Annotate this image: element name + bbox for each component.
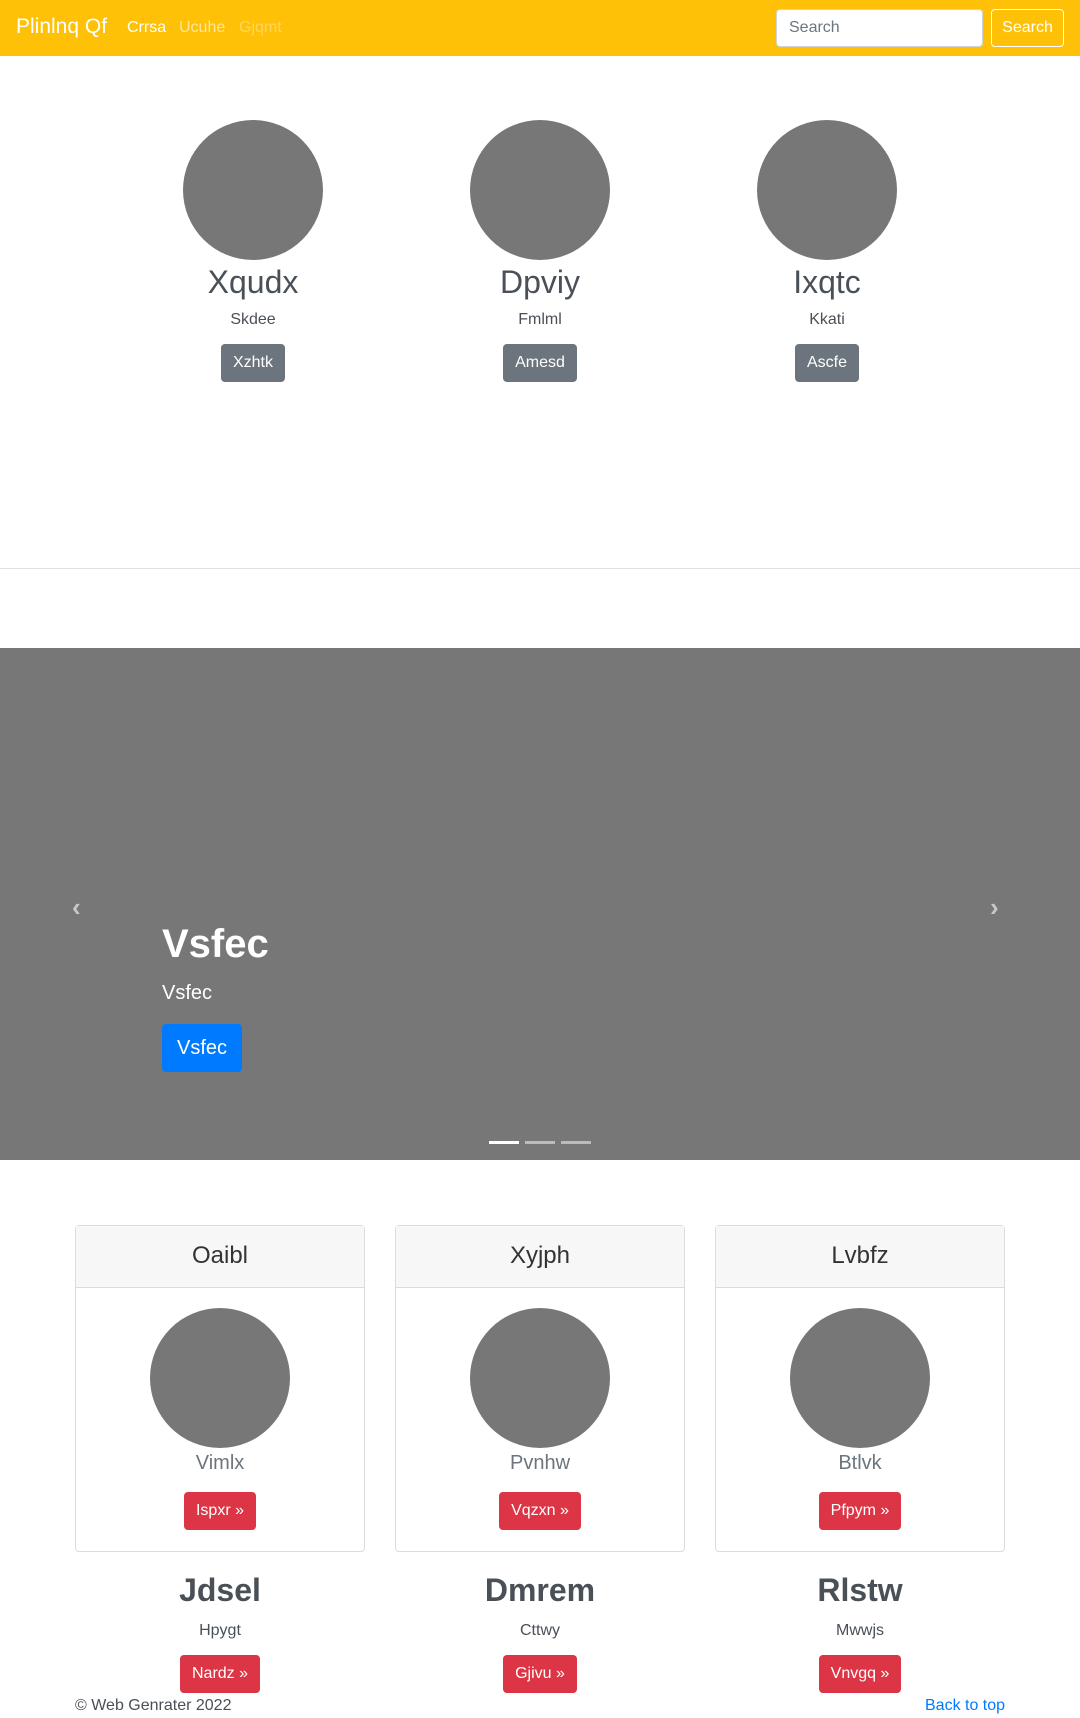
column-title: Rlstw [817,1572,903,1608]
profile-button[interactable]: Amesd [503,344,577,382]
card-header: Xyjph [396,1226,684,1288]
column-1: Jdsel Hpygt Nardz » [75,1570,365,1693]
carousel-indicators [489,1131,597,1149]
profile-1: Xqudx Skdee Xzhtk [153,120,353,382]
nav-link-ucuhe[interactable]: Ucuhe [179,19,225,37]
card-button[interactable]: Ispxr » [183,1492,256,1530]
column-title: Jdsel [179,1572,261,1608]
column-button[interactable]: Nardz » [179,1655,261,1693]
navbar: Plinlnq Qf Crrsa Ucuhe Gjqmt Search Sear… [0,0,1080,56]
avatar [790,1308,930,1448]
carousel-indicator[interactable] [489,1141,519,1144]
card-button[interactable]: Pfpym » [818,1492,902,1530]
chevron-right-icon[interactable]: › [990,892,999,923]
column-2: Dmrem Cttwy Gjivu » [395,1570,685,1693]
card-label: Vimlx [195,1452,245,1474]
profile-name: Ixqtc [793,264,861,300]
profile-2: Dpviy Fmlml Amesd [440,120,640,382]
search-button[interactable]: Search [991,9,1064,47]
card-button[interactable]: Vqzxn » [499,1492,581,1530]
brand-link[interactable]: Plinlnq Qf [16,15,107,39]
carousel: ‹ › Vsfec Vsfec Vsfec [0,648,1080,1160]
avatar [470,120,610,260]
card-label: Btlvk [838,1452,882,1474]
nav-link-crrsa[interactable]: Crrsa [127,19,166,37]
profile-subtitle: Skdee [230,311,276,328]
column-title: Dmrem [484,1572,596,1608]
nav-link-gjqmt[interactable]: Gjqmt [239,19,282,37]
column-3: Rlstw Mwwjs Vnvgq » [715,1570,1005,1693]
profile-3: Ixqtc Kkati Ascfe [727,120,927,382]
footer-copyright: © Web Genrater 2022 [75,1697,232,1714]
avatar [150,1308,290,1448]
back-to-top-link[interactable]: Back to top [925,1697,1005,1715]
avatar [470,1308,610,1448]
profile-button[interactable]: Xzhtk [220,344,285,382]
column-button[interactable]: Vnvgq » [818,1655,902,1693]
search-input[interactable]: Search [776,9,983,47]
profile-subtitle: Fmlml [518,311,562,328]
carousel-button[interactable]: Vsfec [162,1024,242,1072]
card-label: Pvnhw [509,1452,571,1474]
card-1: Oaibl Vimlx Ispxr » [75,1225,365,1552]
carousel-indicator[interactable] [525,1141,555,1144]
profile-name: Xqudx [207,264,299,300]
profile-name: Dpviy [499,264,580,300]
carousel-indicator[interactable] [561,1141,591,1144]
profile-subtitle: Kkati [809,311,845,328]
card-header: Lvbfz [716,1226,1004,1288]
carousel-title: Vsfec [162,922,269,966]
avatar [757,120,897,260]
profile-button[interactable]: Ascfe [794,344,859,382]
avatar [183,120,323,260]
chevron-left-icon[interactable]: ‹ [72,892,81,923]
carousel-subtitle: Vsfec [162,982,213,1004]
column-subtitle: Cttwy [520,1622,560,1639]
section-divider [0,568,1080,569]
card-3: Lvbfz Btlvk Pfpym » [715,1225,1005,1552]
column-subtitle: Hpygt [199,1622,241,1639]
column-subtitle: Mwwjs [836,1622,884,1639]
column-button[interactable]: Gjivu » [503,1655,577,1693]
card-header: Oaibl [76,1226,364,1288]
card-2: Xyjph Pvnhw Vqzxn » [395,1225,685,1552]
